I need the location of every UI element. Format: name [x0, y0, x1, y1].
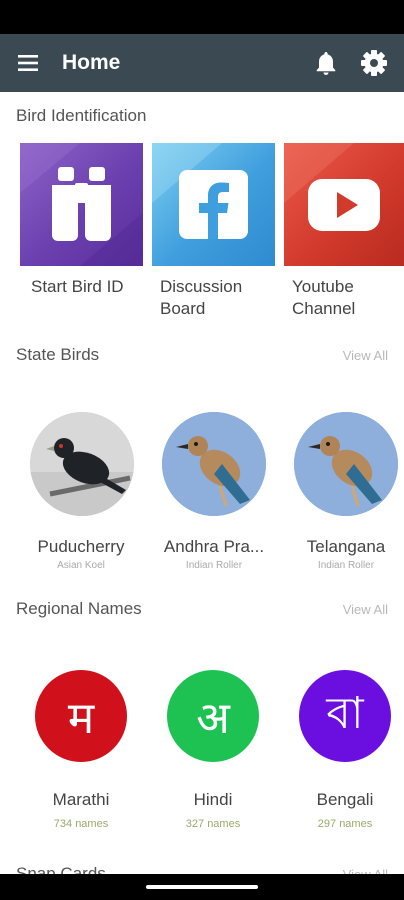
language-glyph: বা	[326, 687, 364, 739]
names-count: 734 names	[53, 818, 109, 830]
section-title: Bird Identification	[16, 106, 147, 125]
language-name: Hindi	[193, 790, 233, 809]
youtube-icon	[284, 143, 380, 231]
hamburger-menu-icon[interactable]	[0, 34, 58, 92]
bird-identification-header: Bird Identification	[16, 104, 388, 128]
language-name: Bengali	[316, 790, 374, 809]
regional-names-header: Regional Names View All	[16, 597, 388, 621]
discussion-board-tile[interactable]	[152, 143, 275, 266]
section-title: Regional Names	[16, 599, 142, 618]
start-bird-id-label: Start Bird ID	[31, 277, 124, 296]
language-name: Marathi	[52, 790, 110, 809]
state-birds-header: State Birds View All	[16, 343, 388, 367]
home-indicator[interactable]	[146, 885, 258, 889]
state-name: Telangana	[306, 537, 386, 556]
start-bird-id-tile[interactable]	[20, 143, 143, 266]
bird-avatar-asian-koel[interactable]	[30, 412, 134, 516]
bird-avatar-indian-roller[interactable]	[162, 412, 266, 516]
language-bengali-circle[interactable]: বা	[299, 670, 391, 762]
bird-name: Indian Roller	[185, 560, 243, 571]
youtube-channel-label: Youtube Channel	[292, 277, 356, 318]
view-all-link[interactable]: View All	[343, 602, 388, 617]
home-content[interactable]: Bird Identification Start Bird ID Discus…	[0, 92, 404, 882]
section-title: State Birds	[16, 345, 100, 364]
language-marathi-circle[interactable]: म	[35, 670, 127, 762]
discussion-board-label: Discussion Board	[160, 277, 243, 318]
system-navigation-bar	[0, 874, 404, 900]
bird-avatar-indian-roller[interactable]	[294, 412, 398, 516]
facebook-icon	[152, 143, 248, 239]
gear-icon[interactable]	[350, 34, 398, 92]
bird-name: Asian Koel	[57, 560, 105, 571]
language-glyph: अ	[196, 693, 230, 744]
page-title: Home	[62, 51, 121, 74]
state-name: Andhra Pra...	[163, 537, 265, 556]
bell-icon[interactable]	[302, 34, 350, 92]
view-all-link[interactable]: View All	[343, 348, 388, 363]
status-bar	[0, 0, 404, 34]
bird-name: Indian Roller	[317, 560, 375, 571]
names-count: 327 names	[185, 818, 241, 830]
names-count: 297 names	[317, 818, 373, 830]
binoculars-icon	[20, 143, 143, 266]
state-name: Puducherry	[37, 537, 125, 556]
language-hindi-circle[interactable]: अ	[167, 670, 259, 762]
language-glyph: म	[67, 693, 95, 744]
youtube-channel-tile[interactable]	[284, 143, 404, 266]
app-bar: Home	[0, 34, 404, 92]
